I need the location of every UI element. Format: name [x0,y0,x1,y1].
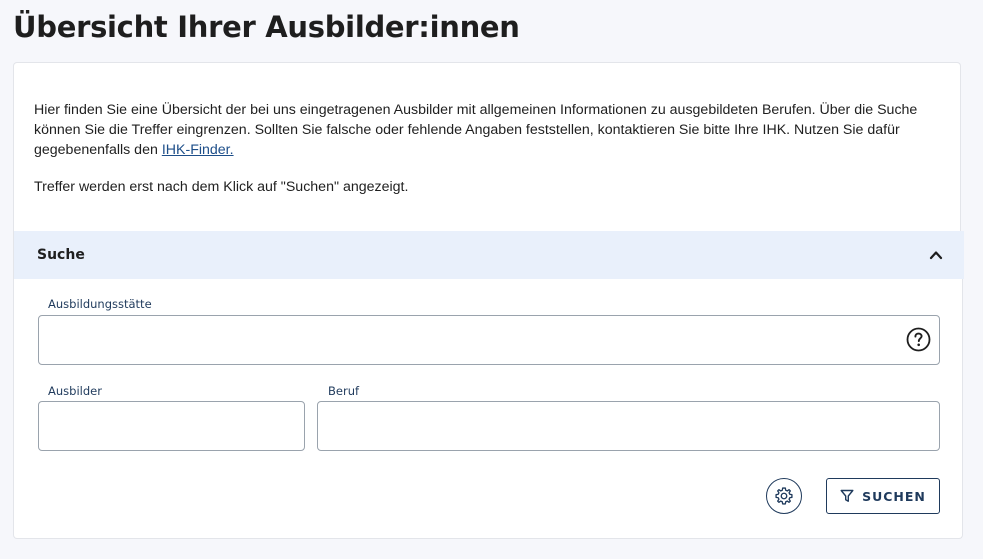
gear-icon [775,487,793,505]
ausbildungsstaette-input[interactable] [38,315,940,365]
beruf-label: Beruf [328,384,360,398]
chevron-up-icon[interactable] [929,248,943,262]
filter-icon [840,489,854,502]
page-title: Übersicht Ihrer Ausbilder:innen [13,10,520,44]
ausbildungsstaette-label: Ausbildungsstätte [48,297,152,311]
search-panel-header[interactable]: Suche [14,231,964,279]
question-circle-icon[interactable] [906,327,931,352]
search-button[interactable]: SUCHEN [826,478,940,514]
info-card: Hier finden Sie eine Übersicht der bei u… [13,62,961,231]
settings-button[interactable] [766,478,802,514]
info-hint: Treffer werden erst nach dem Klick auf "… [34,179,409,195]
search-panel: Suche Ausbildungsstätte Ausbilder Beruf … [13,231,964,539]
beruf-input[interactable] [317,401,940,451]
ihk-finder-link[interactable]: IHK-Finder. [162,142,234,158]
search-button-label: SUCHEN [862,488,926,504]
info-text: Hier finden Sie eine Übersicht der bei u… [34,100,934,160]
search-panel-title: Suche [37,247,85,263]
ausbilder-label: Ausbilder [48,384,102,398]
ausbilder-input[interactable] [38,401,305,451]
